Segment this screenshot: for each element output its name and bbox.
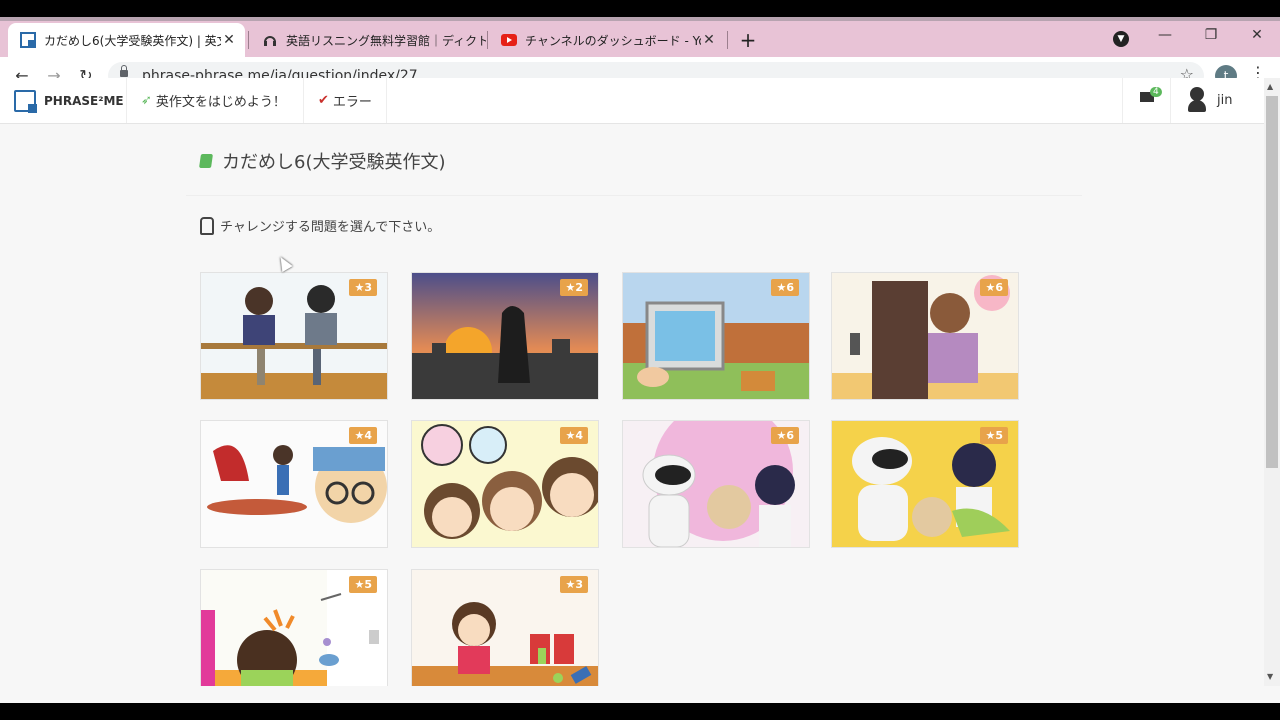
check-icon: ✔ [318,93,329,108]
youtube-icon [501,32,517,48]
instruction: チャレンジする問題を選んで下さい。 [200,216,440,235]
scroll-up-arrow-icon[interactable]: ▲ [1267,82,1273,91]
lock-icon [120,65,128,77]
page-title: カだめし6(大学受験英作文) [199,148,446,174]
tab-listening[interactable]: 英語リスニング無料学習館｜ディクト [250,23,486,57]
question-card-3[interactable]: ★6 [622,272,810,400]
tab-title: 英語リスニング無料学習館｜ディクト [286,33,486,48]
question-card-4[interactable]: ★6 [831,272,1019,400]
tab-search-icon[interactable]: ▼ [1113,31,1129,47]
tab-strip-accent [0,17,1280,21]
scrollbar-thumb[interactable] [1266,96,1278,468]
user-avatar-icon [1186,87,1208,113]
close-tab-icon[interactable]: ✕ [221,32,237,48]
site-header: PHRASE²ME ➶ 英作文をはじめよう！ ✔ エラー 4 jin [0,78,1264,124]
nav-label: 英作文をはじめよう！ [155,95,286,110]
logo-text: PHRASE²ME [44,94,124,108]
tab-active[interactable]: カだめし6(大学受験英作文) | 英文 ✕ [8,23,245,57]
tab-separator [487,31,488,49]
close-window-button[interactable]: ✕ [1242,27,1272,43]
question-card-8[interactable]: ★5 [831,420,1019,548]
tab-strip: カだめし6(大学受験英作文) | 英文 ✕ 英語リスニング無料学習館｜ディクト … [0,17,1280,57]
level-badge: ★3 [560,576,588,593]
vertical-scrollbar[interactable]: ▲ ▼ [1264,78,1280,686]
divider [186,195,1082,196]
level-badge: ★3 [349,279,377,296]
tab-separator [727,31,728,49]
level-badge: ★4 [349,427,377,444]
level-badge: ★6 [771,427,799,444]
mail-count-badge: 4 [1150,87,1162,97]
logo-icon [14,90,37,113]
level-badge: ★2 [560,279,588,296]
level-badge: ★6 [771,279,799,296]
close-tab-icon[interactable]: ✕ [701,32,717,48]
question-card-2[interactable]: ★2 [411,272,599,400]
tab-separator [248,31,249,49]
site-logo[interactable]: PHRASE²ME [14,90,124,113]
minimize-button[interactable]: — [1150,27,1180,43]
level-badge: ★5 [980,427,1008,444]
tab-title: カだめし6(大学受験英作文) | 英文 [44,33,221,48]
scroll-down-arrow-icon[interactable]: ▼ [1267,672,1273,681]
site-page: PHRASE²ME ➶ 英作文をはじめよう！ ✔ エラー 4 jin カだめし6… [0,78,1264,686]
mouse-cursor [275,253,293,273]
username: jin [1217,92,1233,108]
level-badge: ★5 [349,576,377,593]
top-black-bar [0,0,1280,17]
tab-title: チャンネルのダッシュボード - YouTube [525,33,701,48]
header-divider [1170,78,1171,123]
headphones-icon [262,32,278,48]
rocket-icon: ➶ [141,93,152,108]
instruction-text: チャレンジする問題を選んで下さい。 [220,220,441,235]
nav-errors[interactable]: ✔ エラー [303,78,387,123]
user-menu[interactable]: jin [1186,87,1232,113]
page-title-text: カだめし6(大学受験英作文) [222,152,446,173]
question-card-9[interactable]: ★5 [200,569,388,686]
question-card-5[interactable]: ★4 [200,420,388,548]
level-badge: ★4 [560,427,588,444]
question-card-1[interactable]: ★3 [200,272,388,400]
header-divider [1122,78,1123,123]
nav-start-writing[interactable]: ➶ 英作文をはじめよう！ [126,78,300,123]
new-tab-button[interactable]: + [737,29,759,51]
pointing-hand-icon [200,216,214,235]
level-badge: ★6 [980,279,1008,296]
question-card-10[interactable]: ★3 [411,569,599,686]
restore-button[interactable]: ❐ [1196,27,1226,43]
phrase-favicon [20,32,36,48]
question-card-6[interactable]: ★4 [411,420,599,548]
nav-label: エラー [332,95,372,110]
question-card-7[interactable]: ★6 [622,420,810,548]
book-icon [199,154,213,168]
bottom-black-bar [0,703,1280,720]
tab-youtube[interactable]: チャンネルのダッシュボード - YouTube ✕ [489,23,725,57]
